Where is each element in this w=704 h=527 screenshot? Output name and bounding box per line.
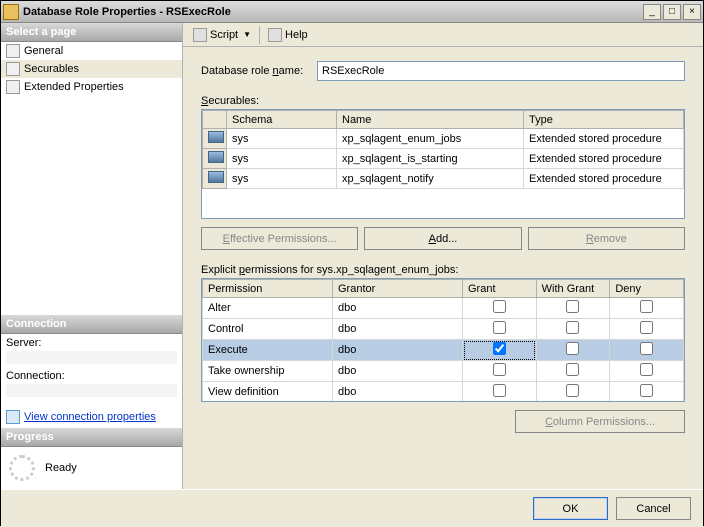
server-value — [6, 351, 177, 364]
window-title: Database Role Properties - RSExecRole — [23, 6, 643, 18]
nav-general[interactable]: General — [1, 42, 182, 60]
withgrant-checkbox[interactable] — [566, 321, 579, 334]
dialog-footer: OK Cancel — [1, 489, 703, 527]
perm-row[interactable]: Take ownershipdbo — [203, 361, 684, 382]
minimize-button[interactable]: _ — [643, 4, 661, 20]
nav-extended-properties[interactable]: Extended Properties — [1, 78, 182, 96]
perm-row[interactable]: Controldbo — [203, 319, 684, 340]
connection-value — [6, 384, 177, 397]
link-text: View connection properties — [24, 411, 156, 423]
server-label: Server: — [6, 337, 177, 349]
connection-header: Connection — [1, 315, 182, 334]
page-icon — [6, 62, 20, 76]
deny-checkbox[interactable] — [640, 300, 653, 313]
help-label: Help — [285, 29, 308, 41]
role-name-input[interactable] — [317, 61, 685, 81]
withgrant-checkbox[interactable] — [566, 342, 579, 355]
progress-text: Ready — [45, 462, 77, 474]
securable-row[interactable]: sysxp_sqlagent_enum_jobsExtended stored … — [203, 129, 684, 149]
deny-checkbox[interactable] — [640, 384, 653, 397]
securable-row[interactable]: sysxp_sqlagent_notifyExtended stored pro… — [203, 169, 684, 189]
spinner-icon — [9, 455, 35, 481]
withgrant-checkbox[interactable] — [566, 384, 579, 397]
page-icon — [6, 44, 20, 58]
script-button[interactable]: Script ▼ — [189, 27, 255, 43]
securables-label: Securables: — [201, 95, 685, 107]
help-icon — [268, 28, 282, 42]
toolbar: Script ▼ Help — [183, 23, 703, 47]
grant-checkbox[interactable] — [493, 300, 506, 313]
nav-label: Securables — [24, 63, 79, 75]
col-type[interactable]: Type — [524, 111, 684, 129]
column-permissions-button[interactable]: Column Permissions... — [515, 410, 685, 433]
col-permission[interactable]: Permission — [203, 280, 333, 298]
col-grantor[interactable]: Grantor — [333, 280, 463, 298]
help-button[interactable]: Help — [264, 27, 312, 43]
deny-checkbox[interactable] — [640, 321, 653, 334]
row-header-blank — [203, 111, 227, 129]
securable-row[interactable]: sysxp_sqlagent_is_startingExtended store… — [203, 149, 684, 169]
explicit-permissions-label: Explicit permissions for sys.xp_sqlagent… — [201, 264, 685, 276]
script-label: Script — [210, 29, 238, 41]
grant-checkbox[interactable] — [493, 363, 506, 376]
nav-label: General — [24, 45, 63, 57]
progress-header: Progress — [1, 428, 182, 447]
perm-row[interactable]: Alterdbo — [203, 298, 684, 319]
select-page-header: Select a page — [1, 23, 182, 42]
securables-grid[interactable]: Schema Name Type sysxp_sqlagent_enum_job… — [201, 109, 685, 219]
role-name-label: Database role name: — [201, 65, 317, 77]
remove-button[interactable]: Remove — [528, 227, 685, 250]
proc-icon — [208, 171, 224, 183]
col-with-grant[interactable]: With Grant — [536, 280, 610, 298]
connection-info: Server: Connection: — [1, 334, 182, 406]
progress-area: Ready — [1, 447, 182, 489]
grant-checkbox[interactable] — [493, 384, 506, 397]
add-button[interactable]: Add... — [364, 227, 521, 250]
script-icon — [193, 28, 207, 42]
titlebar: Database Role Properties - RSExecRole _ … — [1, 1, 703, 23]
proc-icon — [208, 131, 224, 143]
connection-label: Connection: — [6, 370, 177, 382]
maximize-button[interactable]: □ — [663, 4, 681, 20]
deny-checkbox[interactable] — [640, 363, 653, 376]
cancel-button[interactable]: Cancel — [616, 497, 691, 520]
withgrant-checkbox[interactable] — [566, 300, 579, 313]
close-button[interactable]: × — [683, 4, 701, 20]
col-name[interactable]: Name — [337, 111, 524, 129]
withgrant-checkbox[interactable] — [566, 363, 579, 376]
col-deny[interactable]: Deny — [610, 280, 684, 298]
proc-icon — [208, 151, 224, 163]
ok-button[interactable]: OK — [533, 497, 608, 520]
col-schema[interactable]: Schema — [227, 111, 337, 129]
left-panel: Select a page General Securables Extende… — [1, 23, 183, 489]
grant-checkbox[interactable] — [493, 342, 506, 355]
nav-securables[interactable]: Securables — [1, 60, 182, 78]
perm-row[interactable]: Executedbo — [203, 340, 684, 361]
view-connection-properties-link[interactable]: View connection properties — [1, 406, 182, 428]
deny-checkbox[interactable] — [640, 342, 653, 355]
permissions-grid[interactable]: Permission Grantor Grant With Grant Deny… — [201, 278, 685, 402]
effective-permissions-button[interactable]: Effective Permissions... — [201, 227, 358, 250]
app-icon — [3, 4, 19, 20]
perm-row[interactable]: View definitiondbo — [203, 382, 684, 403]
nav-label: Extended Properties — [24, 81, 124, 93]
col-grant[interactable]: Grant — [463, 280, 537, 298]
right-panel: Script ▼ Help Database role name: Securab… — [183, 23, 703, 489]
grant-checkbox[interactable] — [493, 321, 506, 334]
connection-icon — [6, 410, 20, 424]
chevron-down-icon: ▼ — [243, 30, 251, 39]
page-icon — [6, 80, 20, 94]
